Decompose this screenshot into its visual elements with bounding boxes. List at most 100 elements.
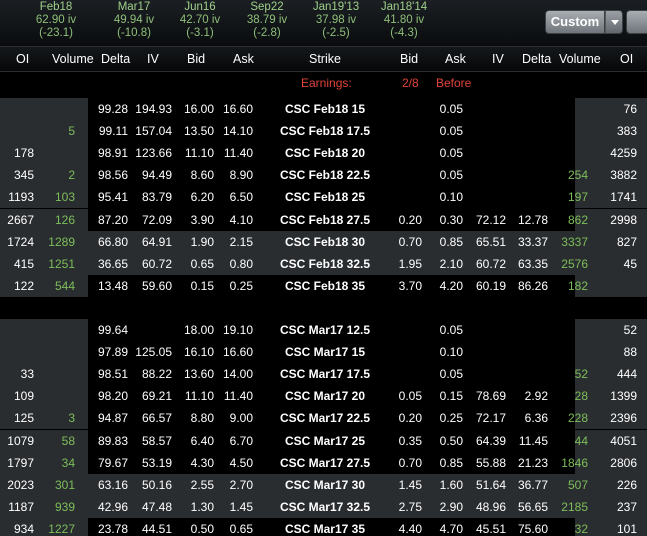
expiration-iv: 49.94 iv: [113, 14, 155, 26]
header-put-oi[interactable]: OI: [620, 52, 633, 66]
cell-p-ask: 0.05: [439, 124, 463, 139]
header-call-ask[interactable]: Ask: [233, 52, 254, 66]
chevron-down-icon[interactable]: [605, 10, 623, 34]
cell-c-iv: 94.49: [141, 168, 172, 183]
expiration-tab-jan18-14[interactable]: Jan18'14 41.80 iv (-4.3): [372, 1, 436, 40]
cell-p-ask: 0.05: [439, 323, 463, 337]
cell-p-bid: 0.05: [398, 389, 422, 404]
option-row[interactable]: 345 2 98.56 94.49 8.60 8.90 CSC Feb18 22.5 0.05…: [0, 164, 647, 187]
cell-p-ask: 0.15: [439, 389, 463, 404]
cell-p-iv: 48.96: [475, 499, 506, 514]
option-row[interactable]: 33 98.51 88.22 13.60 14.00 CSC Mar17 17.5 0.05…: [0, 363, 647, 386]
option-row[interactable]: 2023 301 63.16 50.16 2.55 2.70 CSC Mar17 30 1.4…: [0, 473, 647, 496]
expiration-tab-sep22[interactable]: Sep22 38.79 iv (-2.8): [235, 1, 299, 40]
header-put-volume[interactable]: Volume: [559, 52, 601, 66]
cell-c-delta: 66.80: [97, 234, 128, 249]
cell-c-delta: 99.64: [97, 323, 128, 337]
cell-c-iv: 83.79: [141, 190, 172, 205]
expiration-iv: 38.79 iv: [246, 14, 288, 26]
option-row[interactable]: 97.89 125.05 16.10 16.60 CSC Mar17 15 0.10 88: [0, 341, 647, 364]
cell-p-vol: 182: [567, 278, 588, 293]
cell-p-oi: 827: [616, 234, 637, 249]
cell-p-oi: 52: [623, 323, 637, 337]
cell-c-bid: 2.55: [190, 477, 214, 492]
cell-c-ask: 4.50: [229, 455, 253, 470]
cell-p-vol: 2185: [561, 499, 588, 514]
option-row[interactable]: 99.64 18.00 19.10 CSC Mar17 12.5 0.05 52: [0, 319, 647, 341]
cell-strike: CSC Mar17 20: [284, 389, 366, 404]
option-row[interactable]: 2667 126 87.20 72.09 3.90 4.10 CSC Feb18 27.5 0…: [0, 208, 647, 231]
cell-p-oi: 226: [616, 477, 637, 492]
cell-c-vol: 58: [61, 433, 75, 448]
expiration-iv-change: (-2.8): [253, 27, 281, 39]
expiration-tab-mar17[interactable]: Mar17 49.94 iv (-10.8): [102, 1, 166, 40]
cell-p-ask: 0.30: [439, 212, 463, 227]
cell-c-delta: 63.16: [97, 477, 128, 492]
cell-p-oi: 1741: [610, 190, 637, 205]
expiration-tab-feb18[interactable]: Feb18 62.90 iv (-23.1): [24, 1, 88, 40]
cell-p-iv: 78.69: [475, 389, 506, 404]
option-row[interactable]: 178 98.91 123.66 11.10 11.40 CSC Feb18 20 0.05…: [0, 142, 647, 165]
custom-layout-button[interactable]: Custom: [545, 10, 605, 34]
cell-c-oi: 2023: [7, 477, 34, 492]
toolbar-extra-button[interactable]: [626, 10, 647, 34]
cell-c-iv: 66.57: [141, 411, 172, 426]
expiration-tab-jan19-13[interactable]: Jan19'13 37.98 iv (-2.5): [304, 1, 368, 40]
cell-strike: CSC Feb18 32.5: [279, 256, 371, 271]
cell-c-ask: 11.40: [223, 146, 253, 161]
option-row[interactable]: 1079 58 89.83 58.57 6.40 6.70 CSC Mar17 25 0.35…: [0, 429, 647, 452]
option-row[interactable]: 1724 1289 66.80 64.91 1.90 2.15 CSC Feb18 30 0.…: [0, 230, 647, 253]
header-call-oi[interactable]: OI: [16, 52, 29, 66]
expiration-iv-change: (-10.8): [117, 27, 151, 39]
cell-p-oi: 4259: [610, 146, 637, 161]
option-row[interactable]: 1187 939 42.96 47.48 1.30 1.45 CSC Mar17 32.5 2…: [0, 495, 647, 518]
option-row[interactable]: 109 98.20 69.21 11.10 11.40 CSC Mar17 20 0.05 0…: [0, 385, 647, 408]
header-put-iv[interactable]: IV: [492, 52, 504, 66]
option-row[interactable]: 415 1251 36.65 60.72 0.65 0.80 CSC Feb18 32.5 1…: [0, 252, 647, 275]
cell-c-oi: 1724: [7, 234, 34, 249]
cell-c-ask: 2.70: [229, 477, 253, 492]
option-row[interactable]: 1797 34 79.67 53.19 4.30 4.50 CSC Mar17 27.5 0.…: [0, 451, 647, 474]
cell-c-bid: 6.40: [190, 433, 214, 448]
header-put-bid[interactable]: Bid: [400, 52, 418, 66]
option-row[interactable]: 5 99.11 157.04 13.50 14.10 CSC Feb18 17.5 0.05…: [0, 120, 647, 143]
expiration-name: Jan18'14: [380, 1, 428, 13]
cell-p-ask: 2.10: [439, 256, 463, 271]
cell-strike: CSC Mar17 30: [284, 477, 366, 492]
cell-p-ask: 4.70: [439, 521, 463, 536]
cell-c-bid: 1.90: [190, 234, 214, 249]
cell-p-bid: 3.70: [398, 278, 422, 293]
option-chain-window: Feb18 62.90 iv (-23.1) Mar17 49.94 iv (-…: [0, 0, 647, 536]
expiration-iv-change: (-3.1): [186, 27, 214, 39]
cell-c-iv: 47.48: [141, 499, 172, 514]
header-call-bid[interactable]: Bid: [187, 52, 205, 66]
column-header-row: OI Volume Delta IV Bid Ask Strike Bid As…: [0, 47, 647, 72]
expiration-tab-jun16[interactable]: Jun16 42.70 iv (-3.1): [168, 1, 232, 40]
cell-c-vol: 126: [54, 212, 75, 227]
option-row[interactable]: 99.28 194.93 16.00 16.60 CSC Feb18 15 0.05 76: [0, 98, 647, 120]
cell-c-bid: 0.15: [190, 278, 214, 293]
cell-c-ask: 11.40: [223, 389, 253, 404]
cell-strike: CSC Mar17 12.5: [279, 323, 371, 337]
cell-p-ask: 0.05: [439, 367, 463, 382]
option-row[interactable]: 1193 103 95.41 83.79 6.20 6.50 CSC Feb18 25 0.1…: [0, 186, 647, 209]
header-call-volume[interactable]: Volume: [52, 52, 94, 66]
cell-c-bid: 4.30: [190, 455, 214, 470]
cell-c-vol: 1289: [48, 234, 75, 249]
header-put-delta[interactable]: Delta: [522, 52, 551, 66]
expiration-iv-change: (-4.3): [390, 27, 418, 39]
cell-p-oi: 444: [616, 367, 637, 382]
option-row[interactable]: 122 544 13.48 59.60 0.15 0.25 CSC Feb18 35 3.70…: [0, 274, 647, 297]
header-call-iv[interactable]: IV: [147, 52, 159, 66]
header-put-ask[interactable]: Ask: [445, 52, 466, 66]
cell-p-oi: 88: [623, 345, 637, 360]
cell-c-bid: 6.20: [190, 190, 214, 205]
cell-p-bid: 1.95: [398, 256, 422, 271]
cell-c-delta: 89.83: [97, 433, 128, 448]
header-call-delta[interactable]: Delta: [101, 52, 130, 66]
cell-p-bid: 0.20: [398, 212, 422, 227]
header-strike[interactable]: Strike: [309, 52, 341, 66]
option-row[interactable]: 125 3 94.87 66.57 8.80 9.00 CSC Mar17 22.5 0.20…: [0, 407, 647, 430]
option-row[interactable]: 934 1227 23.78 44.51 0.50 0.65 CSC Mar17 35 4.4…: [0, 517, 647, 536]
cell-strike: CSC Mar17 17.5: [279, 367, 371, 382]
